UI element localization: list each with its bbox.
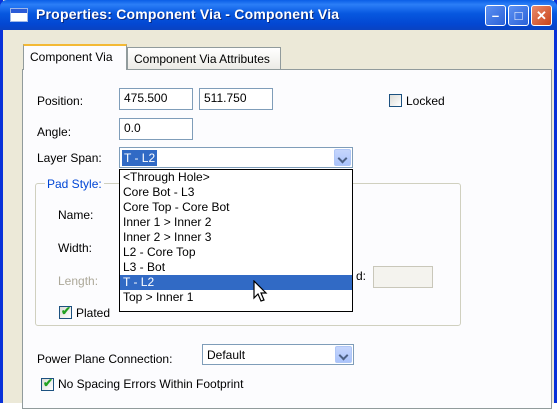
window-title: Properties: Component Via - Component Vi… (36, 6, 340, 22)
plated-checkbox[interactable]: ✔ (59, 304, 72, 319)
properties-dialog: Properties: Component Via - Component Vi… (0, 0, 557, 409)
tab-component-via[interactable]: Component Via (23, 44, 127, 70)
power-plane-label: Power Plane Connection: (37, 352, 173, 366)
list-item[interactable]: <Through Hole> (120, 170, 352, 185)
window-icon (10, 8, 28, 22)
locked-label: Locked (406, 94, 445, 108)
pad-length-label: Length: (58, 274, 99, 288)
layer-span-value: T - L2 (122, 150, 158, 166)
list-item[interactable]: Core Top - Core Bot (120, 200, 352, 215)
list-item[interactable]: Inner 2 > Inner 3 (120, 230, 352, 245)
chevron-down-icon[interactable] (334, 149, 351, 166)
tab-component-via-attributes[interactable]: Component Via Attributes (127, 47, 281, 69)
check-icon: ✔ (43, 376, 54, 390)
chevron-down-icon[interactable] (335, 346, 352, 363)
mouse-cursor-icon (253, 280, 268, 302)
minimize-button[interactable]: – (485, 5, 506, 26)
no-spacing-checkbox[interactable]: ✔ (41, 376, 54, 391)
power-plane-combo[interactable]: Default (202, 344, 354, 365)
close-button[interactable]: ✕ (531, 5, 552, 26)
layer-span-combo[interactable]: T - L2 (119, 147, 353, 168)
pad-partial-label: d: (356, 269, 367, 283)
angle-field[interactable]: 0.0 (119, 118, 193, 140)
list-item[interactable]: L2 - Core Top (120, 245, 352, 260)
maximize-button[interactable]: □ (508, 5, 529, 26)
plated-label: Plated (76, 306, 111, 320)
check-icon: ✔ (61, 304, 72, 318)
no-spacing-label: No Spacing Errors Within Footprint (58, 377, 244, 391)
layer-span-dropdown-list[interactable]: <Through Hole> Core Bot - L3 Core Top - … (119, 169, 353, 312)
pad-width-label: Width: (58, 241, 93, 255)
power-plane-value: Default (207, 348, 246, 362)
pad-style-title: Pad Style: (45, 177, 104, 191)
pad-name-label: Name: (58, 208, 94, 222)
list-item[interactable]: L3 - Bot (120, 260, 352, 275)
list-item[interactable]: Inner 1 > Inner 2 (120, 215, 352, 230)
list-item[interactable]: Core Bot - L3 (120, 185, 352, 200)
pad-disabled-field (373, 266, 433, 288)
position-y-field[interactable]: 511.750 (199, 88, 273, 110)
position-label: Position: (37, 94, 84, 108)
list-item[interactable]: Top > Inner 1 (120, 290, 352, 305)
angle-label: Angle: (37, 125, 72, 139)
position-x-field[interactable]: 475.500 (119, 88, 193, 110)
title-bar[interactable]: Properties: Component Via - Component Vi… (0, 0, 557, 30)
layer-span-label: Layer Span: (37, 151, 102, 165)
locked-checkbox[interactable] (389, 94, 402, 107)
list-item-selected[interactable]: T - L2 (120, 275, 352, 290)
